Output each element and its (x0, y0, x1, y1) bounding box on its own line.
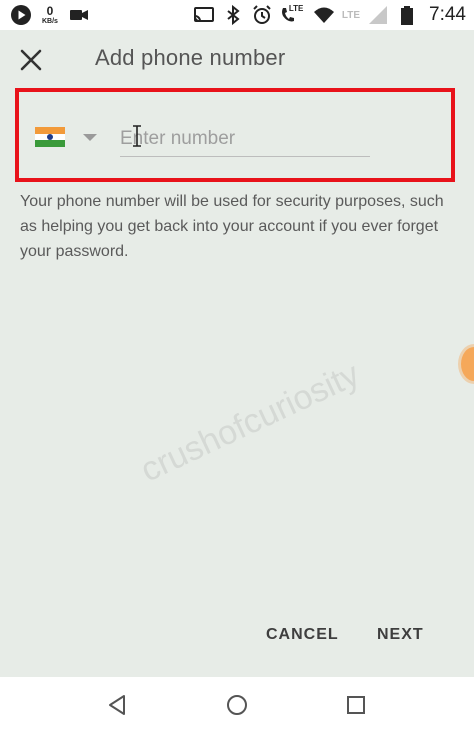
video-camera-icon (69, 10, 88, 20)
signal-icon (369, 6, 388, 24)
app-header: Add phone number (0, 30, 474, 90)
text-cursor-icon (133, 125, 141, 147)
phone-number-input[interactable] (120, 122, 370, 157)
back-triangle-icon[interactable] (106, 693, 130, 717)
network-speed: 0 KB/s (42, 5, 58, 25)
close-icon[interactable] (16, 45, 46, 75)
info-text: Your phone number will be used for secur… (20, 193, 444, 260)
wifi-icon (313, 7, 334, 23)
alarm-icon (253, 5, 271, 24)
page-title: Add phone number (95, 45, 286, 70)
nav-bar (0, 677, 474, 733)
status-left-group: 0 KB/s (10, 4, 90, 26)
play-icon (11, 5, 31, 25)
cancel-button[interactable]: CANCEL (266, 626, 339, 644)
chevron-down-icon (83, 133, 97, 141)
home-circle-icon[interactable] (225, 693, 249, 717)
status-bar: 0 KB/s LTE LTE 7:44 (0, 0, 474, 30)
network-speed-value: 0 (46, 4, 54, 18)
cast-icon (193, 7, 214, 22)
network-speed-unit: KB/s (42, 18, 58, 25)
lte-call-indicator: LTE (280, 4, 306, 26)
status-right-group: LTE LTE 7:44 (193, 4, 466, 26)
battery-icon (401, 6, 414, 25)
next-button[interactable]: NEXT (377, 626, 424, 644)
lte-label-1: LTE (288, 4, 304, 13)
floating-bubble-icon[interactable] (461, 347, 474, 381)
recents-square-icon[interactable] (344, 693, 368, 717)
india-flag-icon (35, 127, 65, 148)
bluetooth-icon (227, 4, 240, 26)
watermark: crushofcuriosity (135, 355, 366, 490)
country-code-selector[interactable] (35, 127, 97, 148)
clock: 7:44 (429, 4, 466, 25)
lte-label-2: LTE (341, 9, 361, 21)
action-row: CANCEL NEXT (0, 620, 474, 656)
